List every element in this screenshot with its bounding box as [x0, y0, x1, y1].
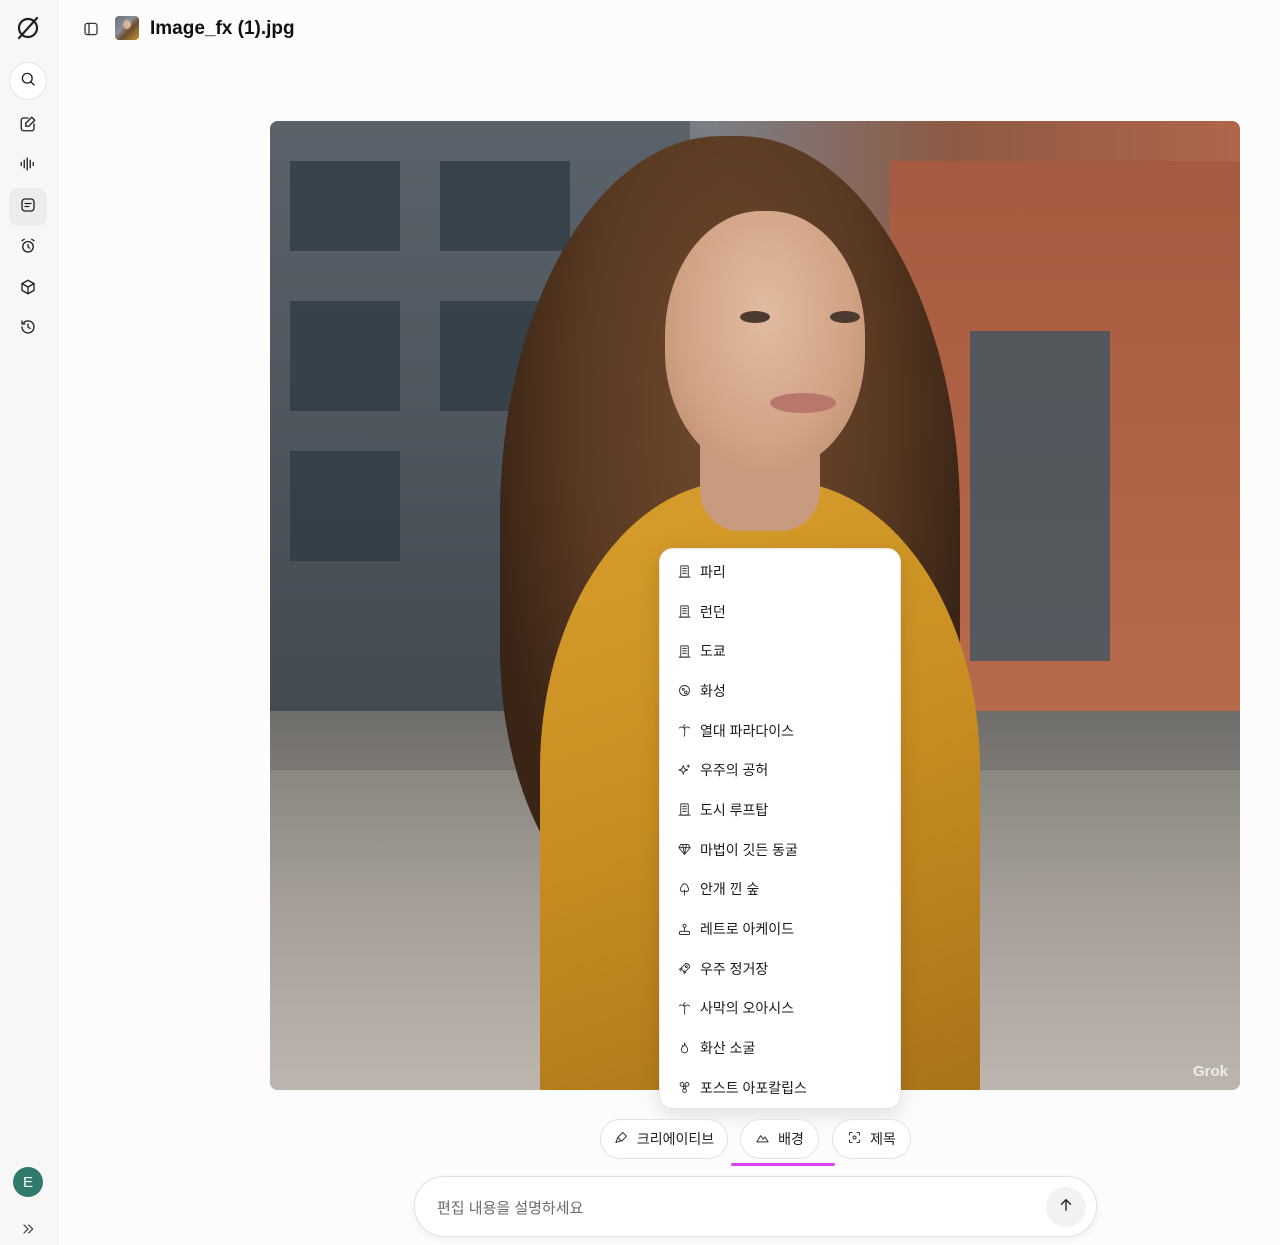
background-mode-label: 배경: [778, 1131, 804, 1147]
new-chat-button[interactable]: [9, 107, 47, 145]
background-menu-item-label: 런던: [700, 603, 726, 620]
background-menu-item[interactable]: 화산 소굴: [660, 1028, 900, 1068]
search-icon: [19, 70, 37, 93]
background-menu-item[interactable]: 화성: [660, 671, 900, 711]
edit-prompt-bar: [414, 1176, 1097, 1237]
background-menu-item[interactable]: 파리: [660, 552, 900, 592]
alarm-icon: [19, 237, 37, 260]
expand-sidebar-icon[interactable]: [18, 1219, 38, 1239]
background-menu-item-label: 포스트 아포칼립스: [700, 1079, 807, 1096]
background-menu-item[interactable]: 사막의 오아시스: [660, 989, 900, 1029]
grok-logo-icon[interactable]: [14, 14, 42, 42]
building-icon: [676, 564, 692, 580]
rocket-icon: [676, 961, 692, 977]
projects-button[interactable]: [9, 270, 47, 308]
background-menu-item-label: 우주 정거장: [700, 960, 769, 977]
background-menu-item[interactable]: 우주의 공허: [660, 750, 900, 790]
creative-mode-label: 크리에이티브: [636, 1131, 715, 1147]
sidebar: E: [0, 0, 58, 1245]
background-menu-item[interactable]: 도쿄: [660, 631, 900, 671]
arrow-up-icon: [1057, 1196, 1075, 1219]
background-menu-item[interactable]: 안개 낀 숲: [660, 870, 900, 910]
title-mode-button[interactable]: 제목: [832, 1119, 911, 1159]
background-menu-item[interactable]: 런던: [660, 592, 900, 632]
background-menu-item-label: 화성: [700, 682, 726, 699]
building-icon: [676, 802, 692, 818]
biohazard-icon: [676, 1080, 692, 1096]
background-menu-item[interactable]: 포스트 아포칼립스: [660, 1068, 900, 1108]
background-mode-button[interactable]: 배경: [740, 1119, 819, 1159]
building-icon: [676, 643, 692, 659]
palm-tree-icon: [676, 1000, 692, 1016]
chat-icon: [19, 196, 37, 219]
flame-icon: [676, 1040, 692, 1056]
background-menu-item-label: 우주의 공허: [700, 762, 769, 779]
image-thumbnail: [115, 16, 139, 40]
avatar[interactable]: E: [13, 1167, 43, 1197]
background-preset-menu: 파리런던도쿄화성열대 파라다이스우주의 공허도시 루프탑마법이 깃든 동굴안개 …: [659, 548, 901, 1109]
chats-button[interactable]: [9, 188, 47, 226]
background-menu-item-label: 마법이 깃든 동굴: [700, 841, 798, 858]
sidebar-toggle-icon[interactable]: [81, 19, 101, 39]
background-menu-item-label: 도쿄: [700, 643, 726, 660]
planet-icon: [676, 683, 692, 699]
voice-button[interactable]: [9, 147, 47, 185]
tree-icon: [676, 881, 692, 897]
title-mode-label: 제목: [870, 1131, 896, 1147]
background-menu-item-label: 화산 소굴: [700, 1040, 756, 1057]
active-mode-indicator: [731, 1163, 835, 1166]
gem-icon: [676, 842, 692, 858]
joystick-icon: [676, 921, 692, 937]
voice-icon: [19, 155, 37, 178]
background-menu-item[interactable]: 도시 루프탑: [660, 790, 900, 830]
building-icon: [676, 604, 692, 620]
creative-mode-button[interactable]: 크리에이티브: [600, 1119, 728, 1159]
background-menu-item[interactable]: 레트로 아케이드: [660, 909, 900, 949]
edit-prompt-input[interactable]: [435, 1195, 1019, 1221]
background-menu-item[interactable]: 우주 정거장: [660, 949, 900, 989]
background-menu-item-label: 열대 파라다이스: [700, 722, 795, 739]
mountain-icon: [755, 1130, 778, 1148]
grok-watermark: Grok: [1192, 1063, 1228, 1080]
background-menu-item[interactable]: 마법이 깃든 동굴: [660, 830, 900, 870]
background-menu-item-label: 레트로 아케이드: [700, 921, 795, 938]
paintbrush-icon: [614, 1130, 637, 1148]
palm-tree-icon: [676, 723, 692, 739]
cube-icon: [19, 278, 37, 301]
tasks-button[interactable]: [9, 229, 47, 267]
background-menu-item-label: 도시 루프탑: [700, 801, 769, 818]
file-name: Image_fx (1).jpg: [150, 18, 295, 39]
sparkles-icon: [676, 762, 692, 778]
focus-icon: [847, 1130, 870, 1148]
background-menu-item-label: 안개 낀 숲: [700, 881, 760, 898]
search-button[interactable]: [9, 62, 47, 100]
submit-button[interactable]: [1046, 1187, 1086, 1227]
background-menu-item-label: 파리: [700, 563, 726, 580]
edit-icon: [19, 115, 37, 138]
background-menu-item-label: 사막의 오아시스: [700, 1000, 795, 1017]
background-menu-item[interactable]: 열대 파라다이스: [660, 711, 900, 751]
history-icon: [19, 318, 37, 341]
history-button[interactable]: [9, 310, 47, 348]
